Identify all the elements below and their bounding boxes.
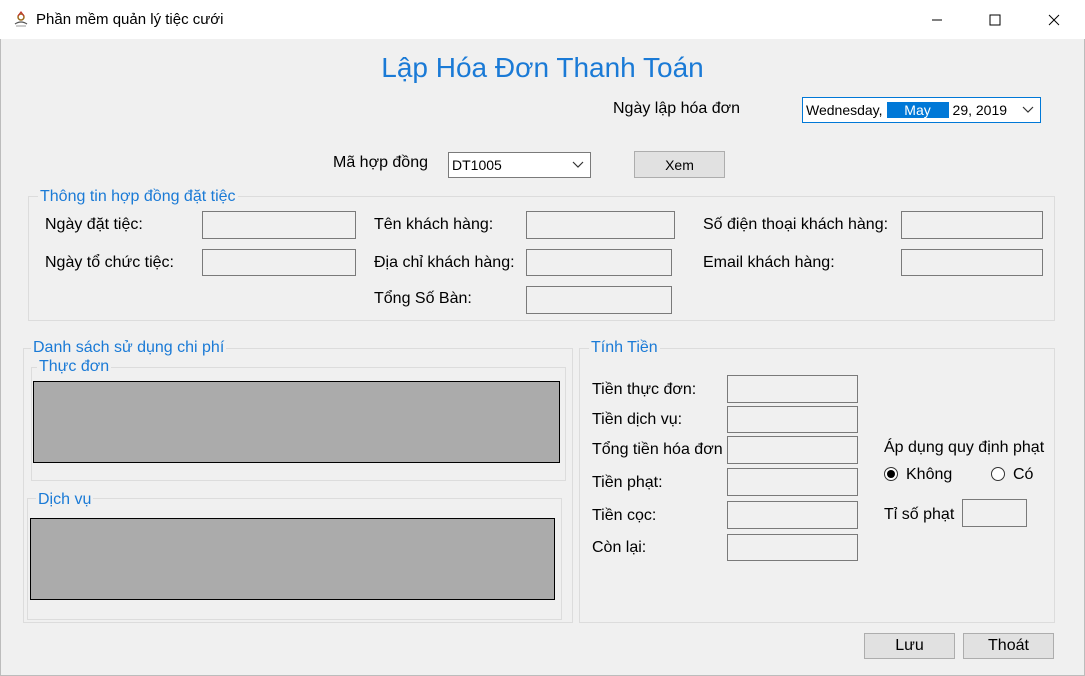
invoice-date-label: Ngày lập hóa đơn	[613, 100, 741, 117]
services-legend: Dịch vụ	[36, 491, 94, 509]
menu-grid[interactable]	[33, 381, 560, 463]
contract-info-legend: Thông tin hợp đồng đặt tiệc	[38, 188, 238, 206]
customer-phone-label: Số điện thoại khách hàng:	[703, 216, 889, 233]
penalty-rule-label: Áp dụng quy định phạt	[884, 439, 1045, 456]
radio-no[interactable]	[884, 467, 898, 481]
billing-legend: Tính Tiền	[589, 339, 660, 357]
customer-email-label: Email khách hàng:	[703, 254, 835, 271]
date-day-year: 29, 2019	[952, 102, 1008, 118]
remaining-field[interactable]	[727, 534, 858, 561]
date-weekday: Wednesday,	[806, 102, 883, 118]
penalty-field[interactable]	[727, 468, 858, 496]
radio-no-label[interactable]: Không	[906, 466, 952, 484]
chevron-down-icon	[1022, 106, 1034, 113]
services-grid[interactable]	[30, 518, 555, 600]
radio-yes[interactable]	[991, 467, 1005, 481]
table-count-field[interactable]	[526, 286, 672, 314]
service-cost-label: Tiền dịch vụ:	[592, 411, 683, 428]
deposit-label: Tiền cọc:	[592, 507, 657, 524]
minimize-icon	[932, 19, 942, 20]
wedding-app-icon	[12, 10, 30, 28]
customer-name-field[interactable]	[526, 211, 675, 239]
deposit-field[interactable]	[727, 501, 858, 529]
menu-cost-field[interactable]	[727, 375, 858, 403]
close-icon	[1048, 14, 1060, 25]
chevron-down-icon	[572, 161, 584, 168]
save-button[interactable]: Lưu	[864, 633, 955, 659]
invoice-total-label: Tổng tiền hóa đơn	[592, 441, 723, 458]
contract-code-select[interactable]: DT1005	[448, 152, 591, 178]
minimize-button[interactable]	[908, 0, 966, 39]
radio-yes-label[interactable]: Có	[1013, 466, 1033, 484]
window-border-left	[0, 39, 1, 676]
maximize-button[interactable]	[966, 0, 1024, 39]
menu-cost-label: Tiền thực đơn:	[592, 381, 697, 398]
customer-email-field[interactable]	[901, 249, 1043, 276]
radio-selected-dot	[887, 470, 895, 478]
customer-name-label: Tên khách hàng:	[374, 216, 494, 233]
booking-date-label: Ngày đặt tiệc:	[45, 216, 143, 233]
exit-button[interactable]: Thoát	[963, 633, 1054, 659]
customer-phone-field[interactable]	[901, 211, 1043, 239]
penalty-label: Tiền phạt:	[592, 474, 663, 491]
penalty-ratio-field[interactable]	[962, 499, 1027, 527]
maximize-icon	[989, 14, 1001, 25]
customer-address-label: Địa chỉ khách hàng:	[374, 254, 515, 271]
table-count-label: Tổng Số Bàn:	[374, 290, 472, 307]
party-date-field[interactable]	[202, 249, 356, 276]
view-button[interactable]: Xem	[634, 151, 725, 178]
window-title: Phần mềm quản lý tiệc cưới	[36, 11, 224, 28]
contract-code-value: DT1005	[452, 157, 502, 173]
contract-code-label: Mã hợp đồng	[333, 154, 428, 171]
penalty-ratio-label: Tỉ số phạt	[884, 506, 955, 523]
invoice-total-field[interactable]	[727, 436, 858, 464]
date-month[interactable]: May	[886, 102, 949, 118]
page-title: Lập Hóa Đơn Thanh Toán	[381, 52, 704, 83]
booking-date-field[interactable]	[202, 211, 356, 239]
remaining-label: Còn lại:	[592, 539, 647, 556]
party-date-label: Ngày tổ chức tiệc:	[45, 254, 174, 271]
expenses-legend: Danh sách sử dụng chi phí	[31, 339, 227, 357]
invoice-date-picker[interactable]: Wednesday, May 29, 2019	[802, 97, 1041, 123]
customer-address-field[interactable]	[526, 249, 672, 276]
close-button[interactable]	[1025, 0, 1083, 39]
service-cost-field[interactable]	[727, 406, 858, 433]
menu-legend: Thực đơn	[37, 358, 112, 376]
